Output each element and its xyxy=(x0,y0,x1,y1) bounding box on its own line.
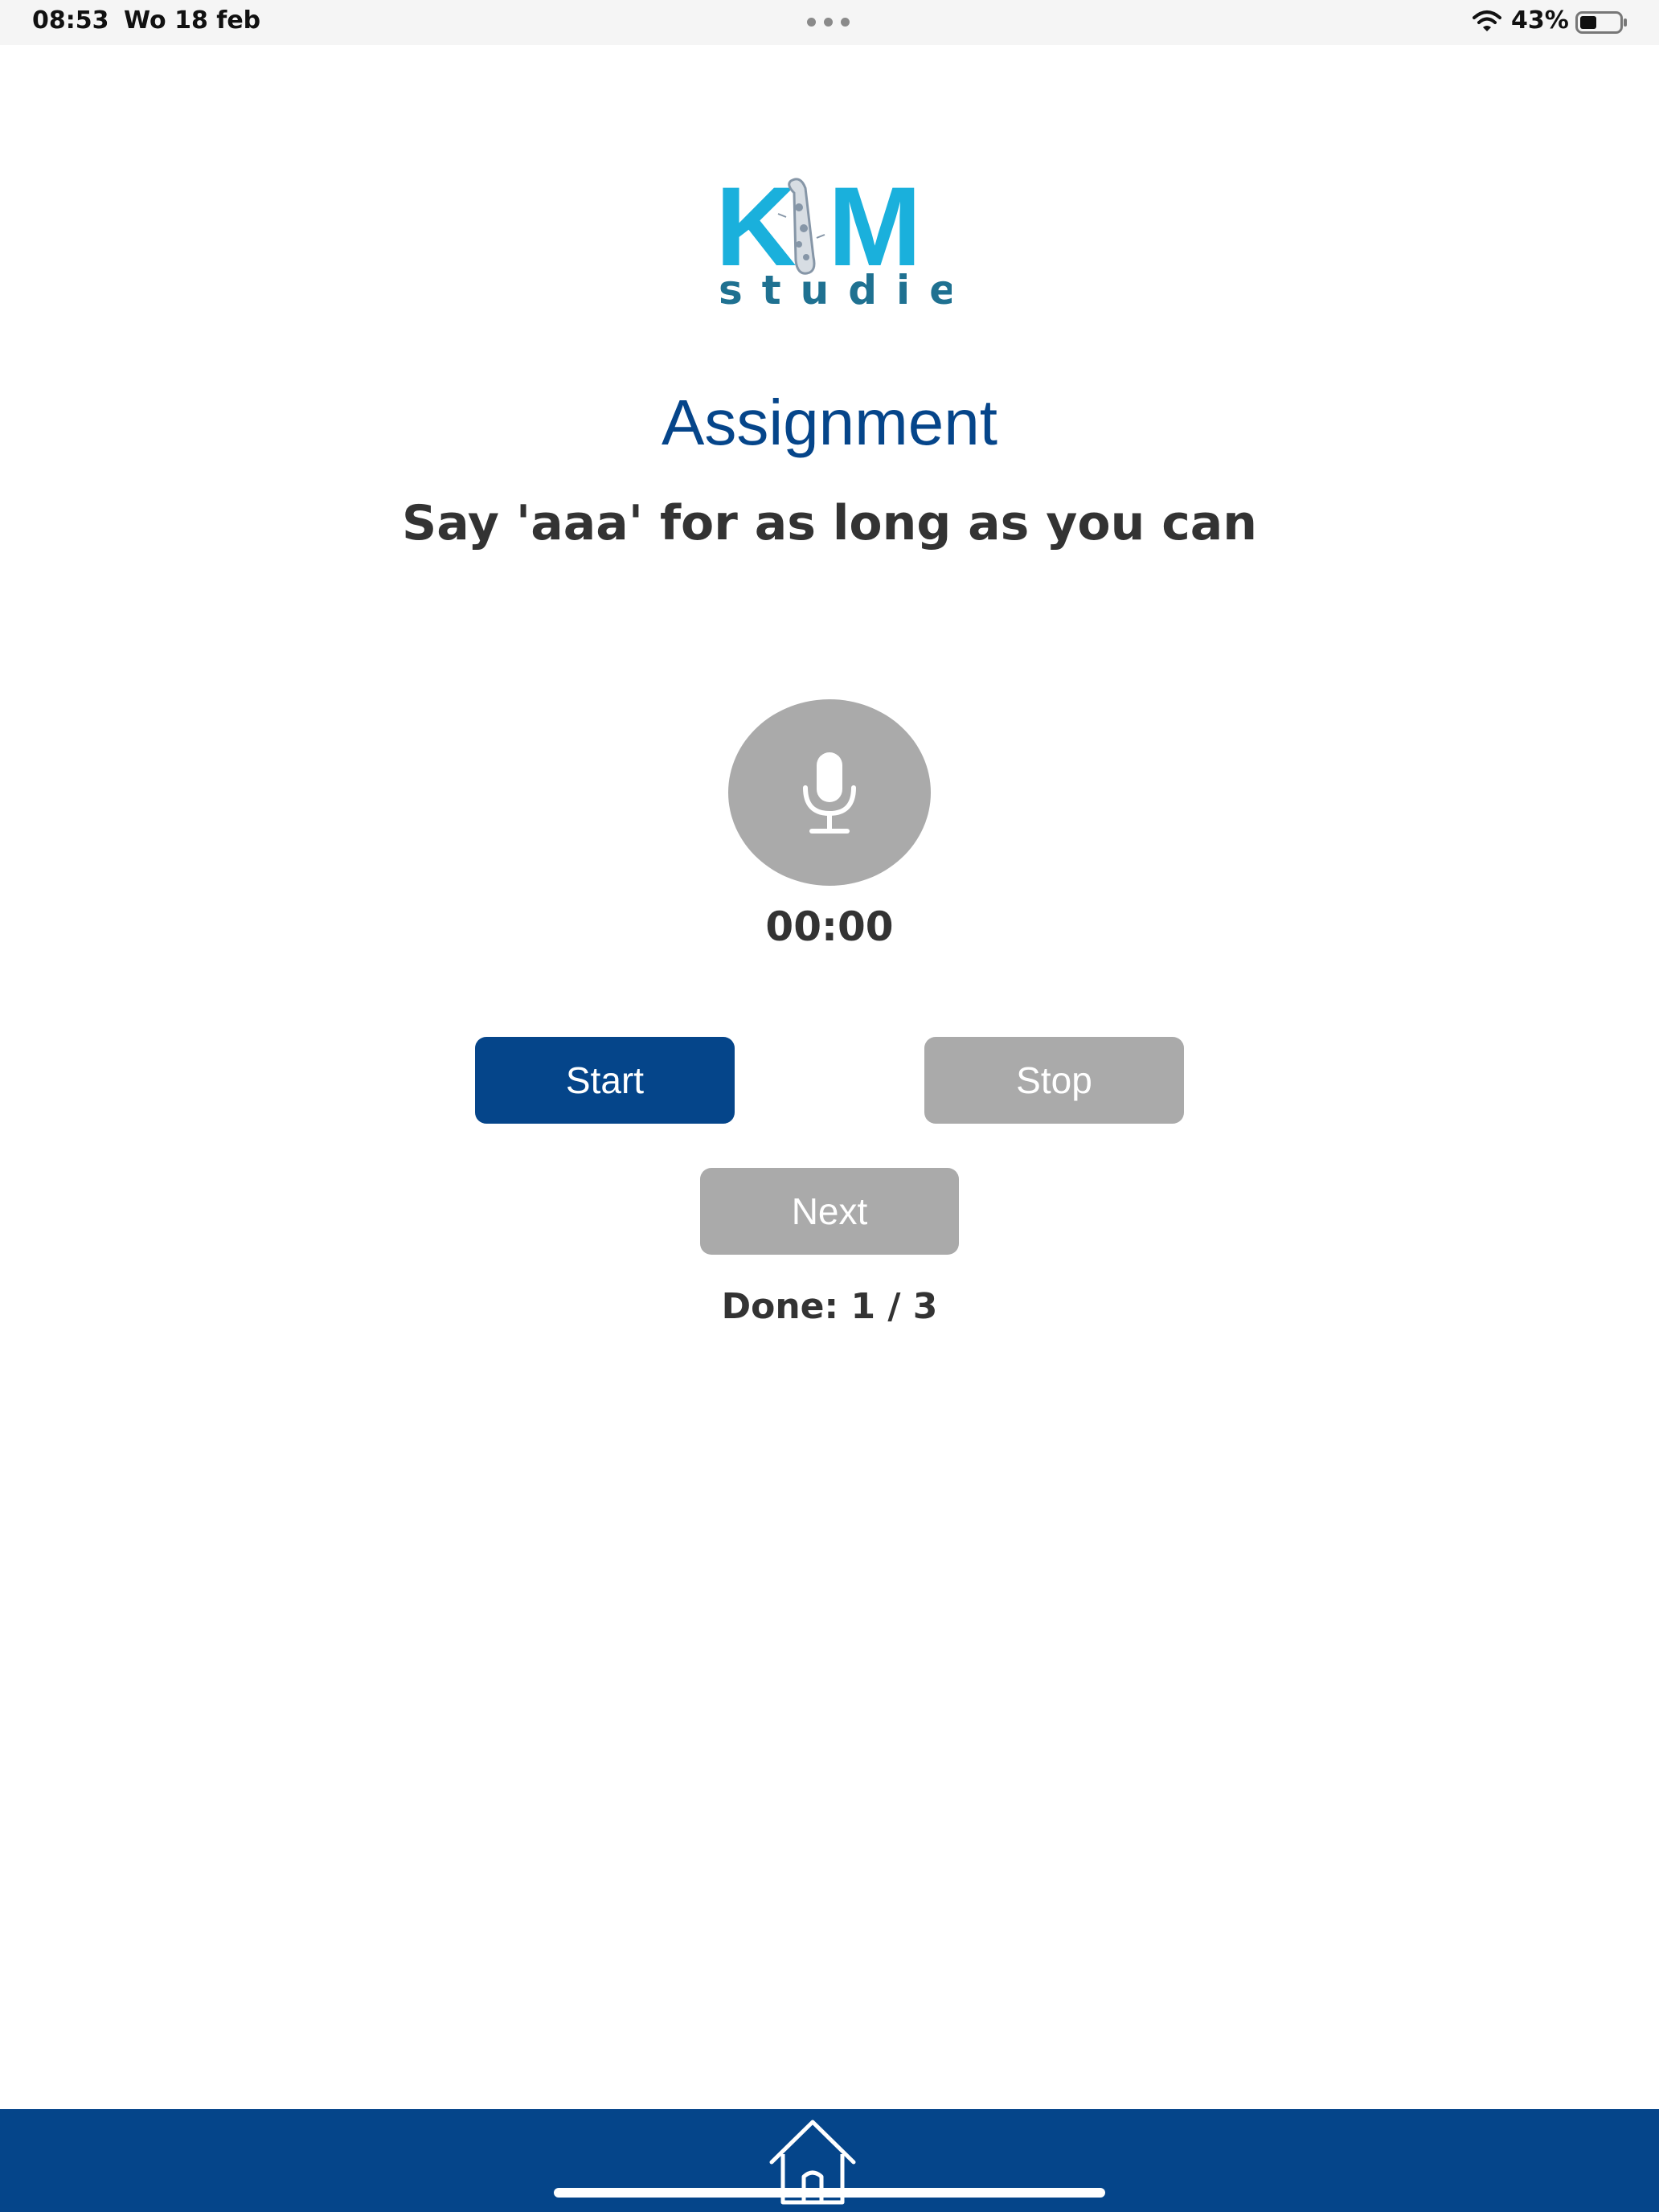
next-button[interactable]: Next xyxy=(700,1168,959,1255)
kim-studie-logo: K M studie xyxy=(707,161,956,313)
battery-icon xyxy=(1575,11,1627,34)
wifi-icon xyxy=(1473,10,1501,31)
status-date: Wo 18 feb xyxy=(124,6,261,35)
battery-percent: 43% xyxy=(1511,6,1569,35)
more-dots-icon[interactable] xyxy=(807,18,852,27)
home-indicator[interactable] xyxy=(554,2188,1105,2198)
page-title: Assignment xyxy=(662,387,997,458)
assignment-instruction: Say 'aaa' for as long as you can xyxy=(402,495,1257,551)
status-time: 08:53 xyxy=(32,6,109,35)
logo-subtext: studie xyxy=(719,267,952,313)
stop-button[interactable]: Stop xyxy=(924,1037,1184,1124)
recording-timer: 00:00 xyxy=(765,903,894,950)
start-button[interactable]: Start xyxy=(475,1037,735,1124)
progress-text: Done: 1 / 3 xyxy=(721,1286,938,1327)
microphone-button[interactable] xyxy=(728,699,931,886)
microphone-icon xyxy=(803,752,856,834)
status-bar: 08:53 Wo 18 feb 43% xyxy=(0,0,1659,45)
page: 08:53 Wo 18 feb 43% K M studie Assignmen… xyxy=(0,0,1659,2212)
